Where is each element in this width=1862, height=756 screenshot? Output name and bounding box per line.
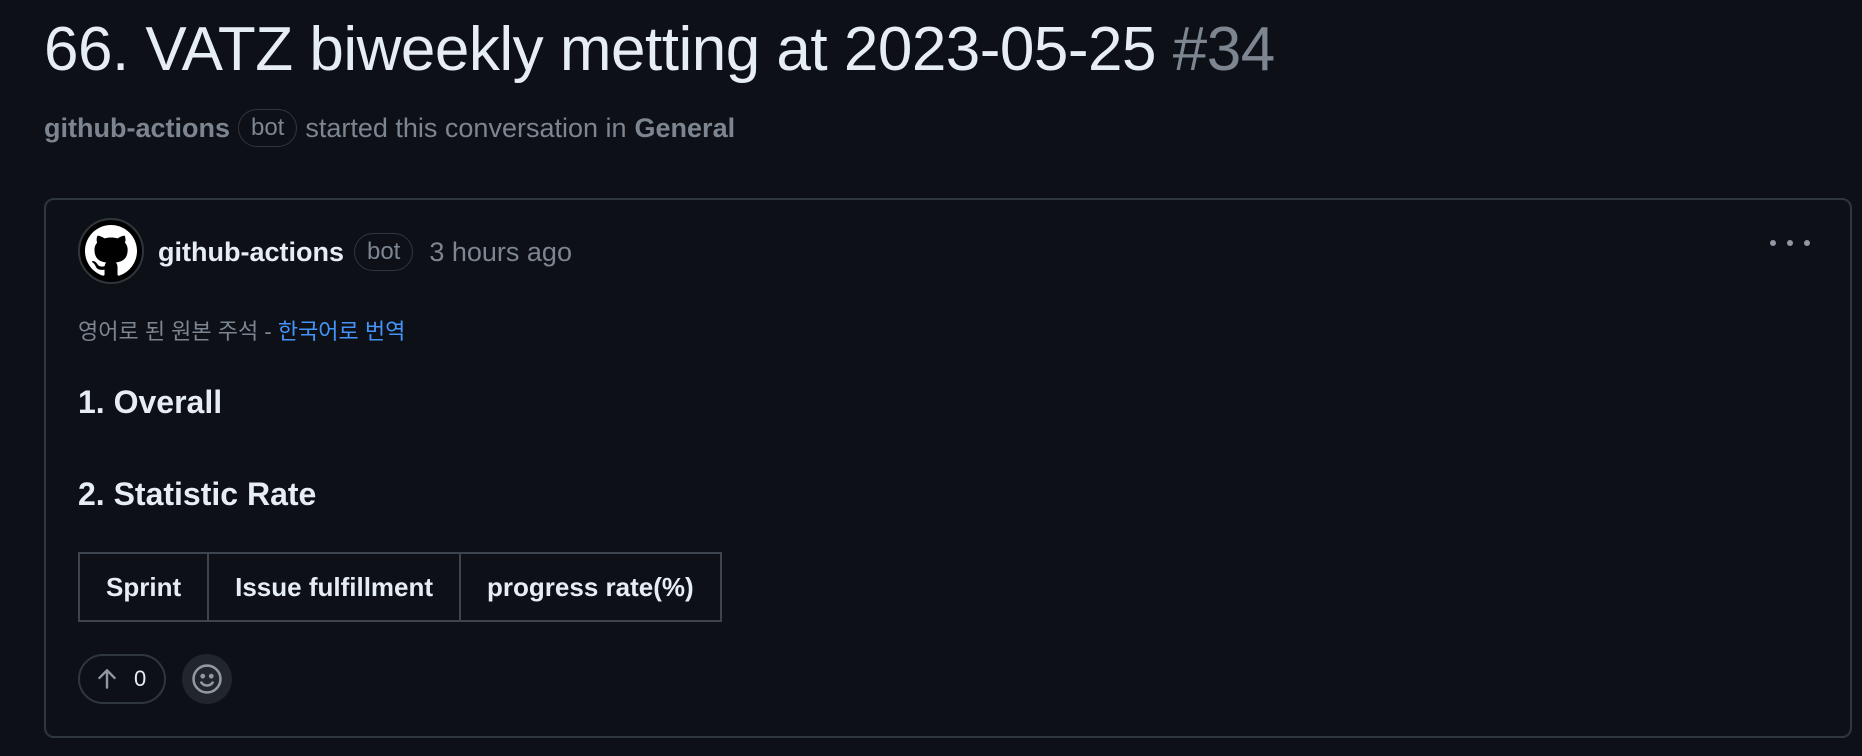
reactions-bar: 0 xyxy=(78,654,233,704)
upvote-count: 0 xyxy=(134,666,147,691)
arrow-up-icon xyxy=(98,669,116,689)
kebab-dot xyxy=(1787,240,1793,246)
column-header-issue-fulfillment: Issue fulfillment xyxy=(207,552,462,622)
heading-overall: 1. Overall xyxy=(78,384,223,420)
table-header-row: Sprint Issue fulfillment progress rate(%… xyxy=(77,552,722,622)
discussion-title: 66. VATZ biweekly metting at 2023-05-25 … xyxy=(44,10,1275,90)
discussion-page: 66. VATZ biweekly metting at 2023-05-25 … xyxy=(0,0,1862,756)
github-octocat-icon xyxy=(85,225,137,276)
more-options-button[interactable] xyxy=(1770,230,1810,256)
smiley-icon xyxy=(192,664,222,694)
started-text: started this conversation in xyxy=(305,112,627,143)
category-link[interactable]: General xyxy=(635,113,736,144)
comment-author[interactable]: github-actions xyxy=(158,237,344,268)
discussion-number: #34 xyxy=(1172,15,1275,84)
discussion-meta: github-actions bot started this conversa… xyxy=(44,108,735,148)
kebab-horizontal-icon xyxy=(1770,240,1776,246)
discussion-title-text: 66. VATZ biweekly metting at 2023-05-25 xyxy=(44,15,1157,84)
starter-bot-badge: bot xyxy=(237,109,298,147)
comment-timestamp[interactable]: 3 hours ago xyxy=(429,237,572,268)
statistic-table: Sprint Issue fulfillment progress rate(%… xyxy=(77,552,722,622)
column-header-progress-rate: progress rate(%) xyxy=(459,552,722,622)
translation-bar: 영어로 된 원본 주석 - 한국어로 번역 xyxy=(78,314,405,346)
add-reaction-button[interactable] xyxy=(182,654,233,704)
column-header-sprint: Sprint xyxy=(77,552,210,622)
heading-statistic-rate: 2. Statistic Rate xyxy=(78,476,317,512)
translate-link[interactable]: 한국어로 번역 xyxy=(278,319,406,344)
avatar[interactable] xyxy=(78,218,144,284)
upvote-button[interactable]: 0 xyxy=(78,654,167,704)
comment-header: github-actions bot 3 hours ago xyxy=(158,232,572,272)
discussion-comment-card: github-actions bot 3 hours ago 영어로 된 원본 … xyxy=(44,198,1852,738)
starter-link[interactable]: github-actions xyxy=(44,113,230,144)
translation-note: 영어로 된 원본 주석 - xyxy=(78,319,272,344)
comment-bot-badge: bot xyxy=(353,233,414,271)
kebab-dot xyxy=(1804,240,1810,246)
